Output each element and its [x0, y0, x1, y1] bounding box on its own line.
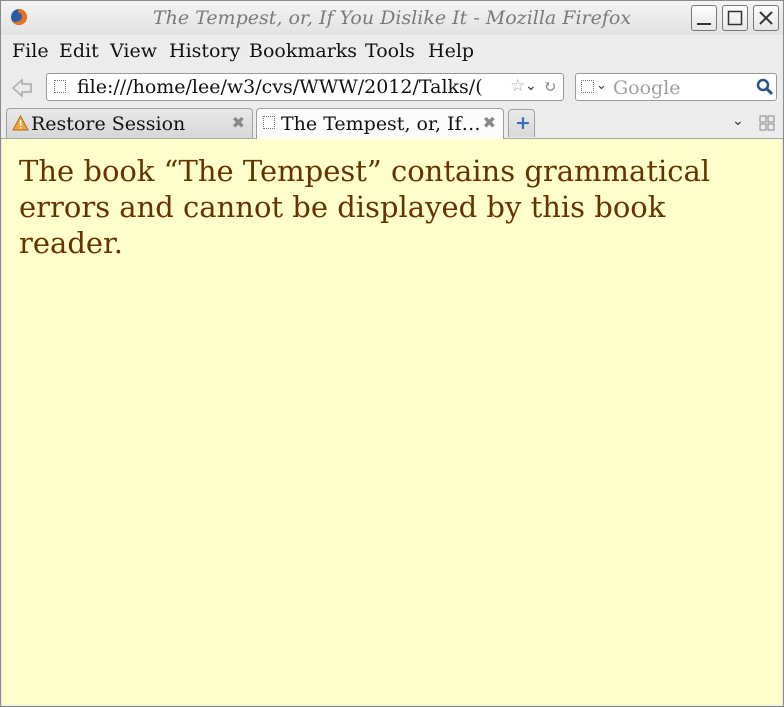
chevron-down-icon[interactable]: ⌄	[596, 78, 607, 93]
maximize-icon	[727, 10, 743, 26]
page-icon	[263, 116, 275, 129]
search-icon[interactable]	[756, 78, 774, 96]
close-tab-icon[interactable]: ✖	[232, 113, 245, 132]
menu-file[interactable]: File	[12, 40, 49, 62]
close-tab-icon[interactable]: ✖	[483, 113, 496, 132]
minimize-icon	[697, 23, 711, 25]
menu-edit[interactable]: Edit	[59, 40, 99, 62]
tab-label: The Tempest, or, If…	[281, 113, 481, 135]
minimize-button[interactable]	[691, 5, 717, 31]
close-window-button[interactable]	[753, 5, 779, 31]
search-bar[interactable]: ⌄ Google	[575, 73, 777, 101]
error-message: The book “The Tempest” contains grammati…	[19, 154, 711, 260]
warning-icon	[12, 115, 29, 131]
search-placeholder[interactable]: Google	[613, 77, 681, 99]
navigation-toolbar: file:///home/lee/w3/cvs/WWW/2012/Talks/(…	[1, 67, 783, 107]
close-icon	[759, 11, 773, 25]
new-tab-button[interactable]: +	[508, 109, 535, 137]
tab-label: Restore Session	[31, 113, 186, 135]
menu-help[interactable]: Help	[428, 40, 474, 62]
tab-groups-icon[interactable]	[759, 115, 775, 131]
back-arrow-icon[interactable]	[9, 75, 35, 101]
tab-the-tempest[interactable]: The Tempest, or, If… ✖	[256, 108, 504, 139]
maximize-button[interactable]	[722, 5, 748, 31]
page-favicon-icon	[54, 80, 66, 93]
menu-bookmarks[interactable]: Bookmarks	[249, 40, 357, 62]
menu-view[interactable]: View	[110, 40, 157, 62]
browser-window: The Tempest, or, If You Dislike It - Moz…	[0, 0, 784, 707]
url-bar[interactable]: file:///home/lee/w3/cvs/WWW/2012/Talks/(…	[46, 73, 564, 101]
bookmark-star-icon[interactable]: ☆	[510, 76, 525, 96]
url-history-dropdown-icon[interactable]: ⌄	[525, 78, 537, 94]
menu-history[interactable]: History	[169, 40, 240, 62]
menu-tools[interactable]: Tools	[365, 40, 415, 62]
list-all-tabs-icon[interactable]: ⌄	[732, 113, 744, 129]
tab-strip: Restore Session ✖ The Tempest, or, If… ✖…	[1, 107, 783, 139]
title-bar[interactable]: The Tempest, or, If You Dislike It - Moz…	[1, 1, 783, 35]
tab-restore-session[interactable]: Restore Session ✖	[6, 108, 253, 138]
reload-icon[interactable]: ↻	[543, 77, 556, 96]
page-content: The book “The Tempest” contains grammati…	[2, 139, 782, 705]
plus-icon: +	[515, 112, 531, 134]
search-engine-icon[interactable]	[581, 80, 594, 93]
menu-bar: File Edit View History Bookmarks Tools H…	[1, 35, 783, 67]
window-title: The Tempest, or, If You Dislike It - Moz…	[152, 7, 632, 29]
url-text[interactable]: file:///home/lee/w3/cvs/WWW/2012/Talks/(	[77, 76, 513, 98]
